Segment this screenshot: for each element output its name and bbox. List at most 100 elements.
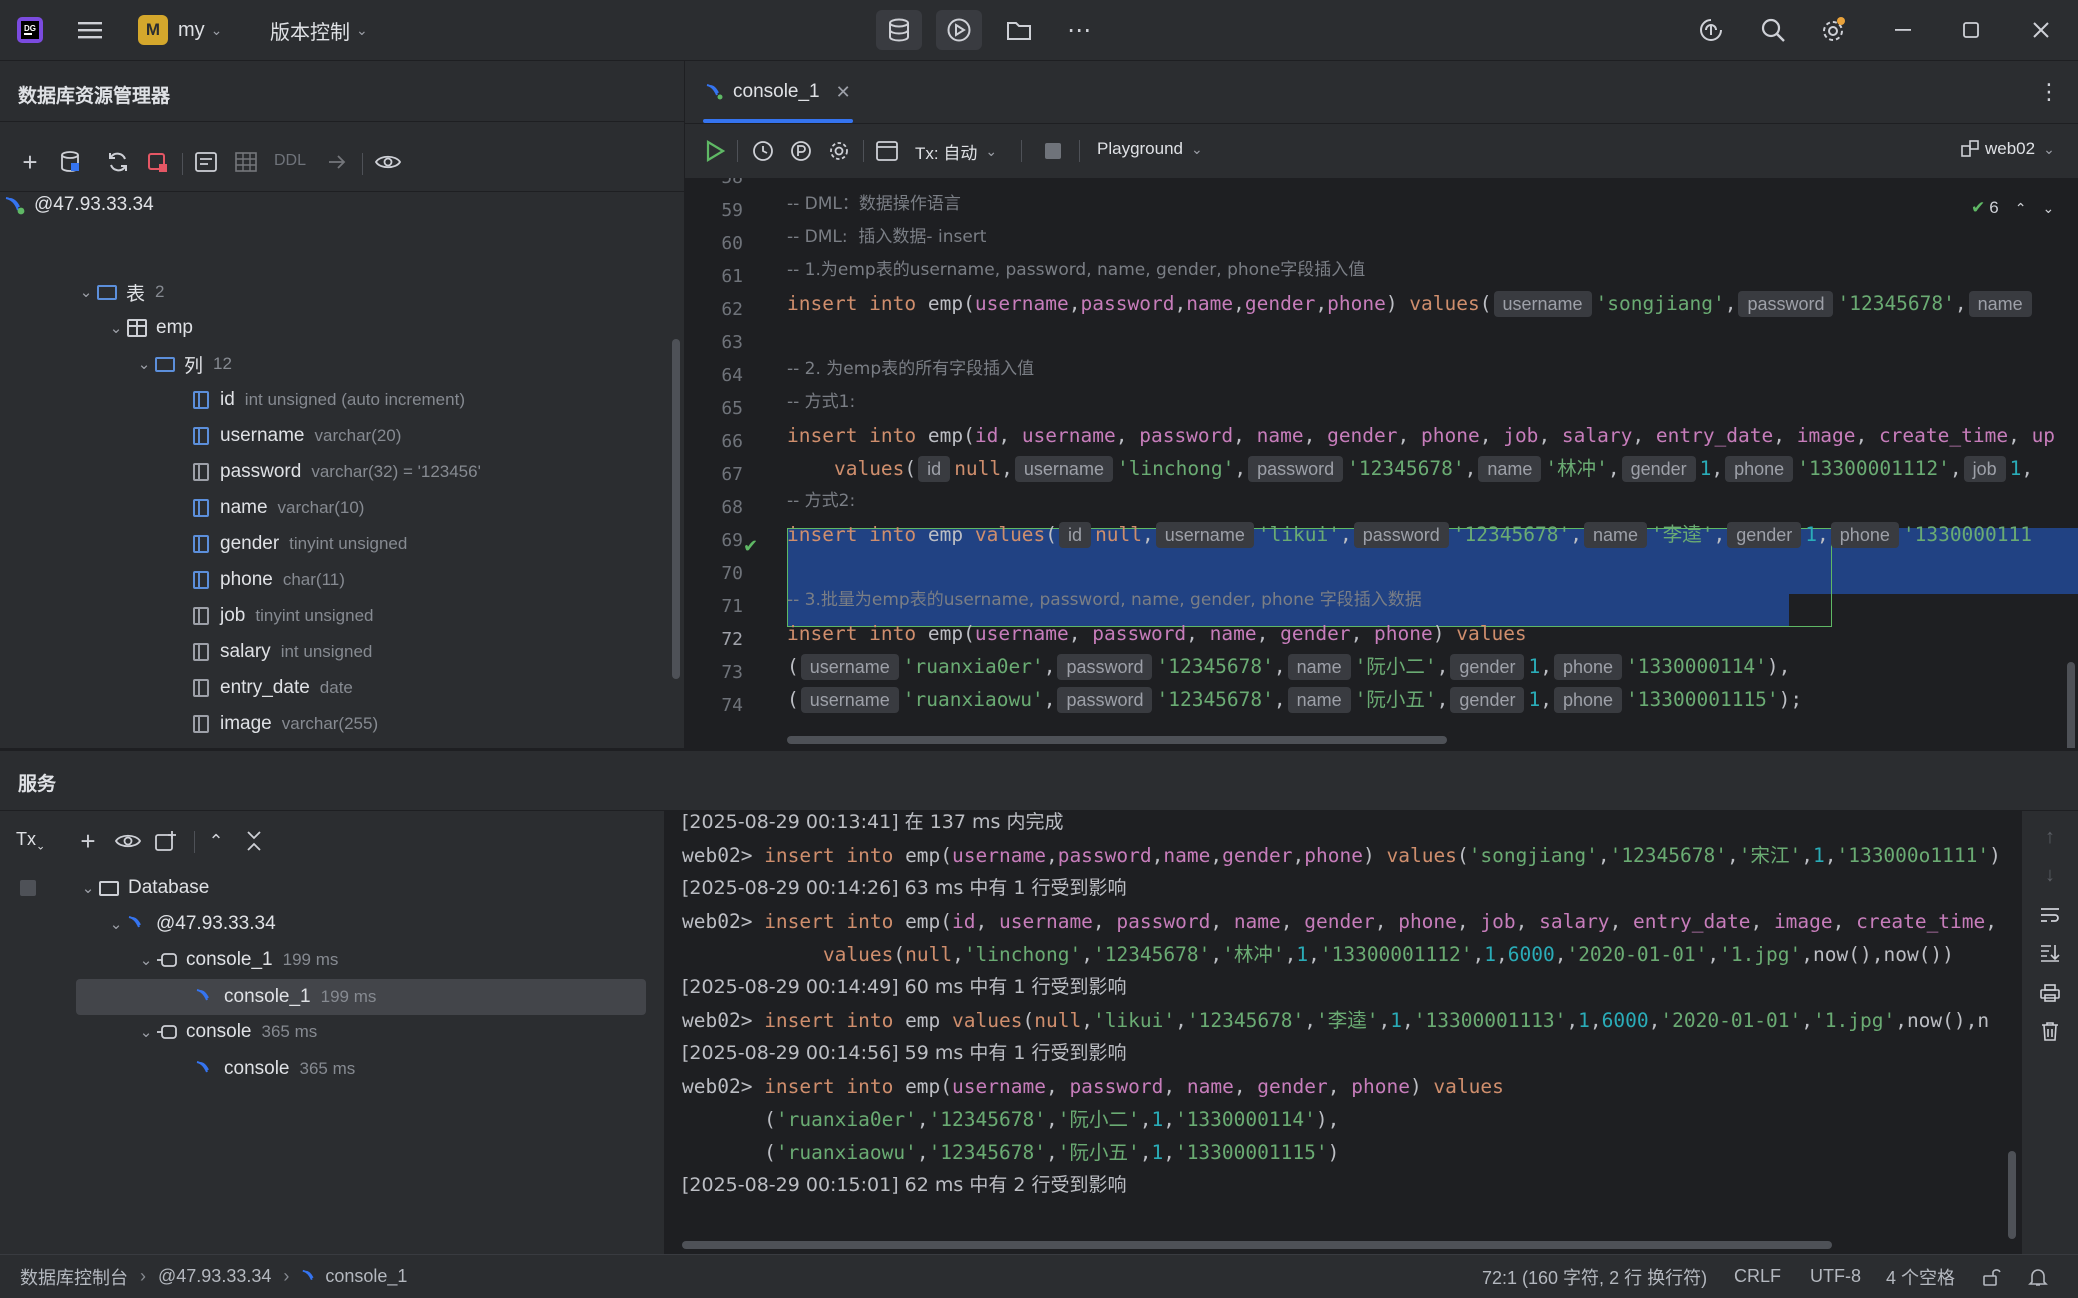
- app-logo-icon[interactable]: DG: [14, 10, 46, 50]
- open-console-icon[interactable]: [192, 148, 220, 176]
- arrow-down-icon[interactable]: ↓: [2036, 861, 2064, 889]
- search-icon[interactable]: [1752, 10, 1794, 50]
- transaction-mode-dropdown[interactable]: Tx: 自动 ⌄: [915, 139, 997, 164]
- tree-tables-node[interactable]: ⌄ 表 2: [76, 277, 165, 307]
- add-icon[interactable]: +: [74, 826, 102, 856]
- services-console-item-label: console: [224, 1058, 290, 1079]
- close-tab-icon[interactable]: ✕: [836, 82, 851, 103]
- chevron-down-icon: ⌄: [109, 916, 123, 933]
- breadcrumb-item[interactable]: 数据库控制台: [20, 1264, 128, 1290]
- execute-run-icon[interactable]: [701, 137, 729, 165]
- inspection-widget[interactable]: ✔ 6 ⌃ ⌄: [1971, 198, 2055, 218]
- log-horizontal-scrollbar[interactable]: [682, 1241, 1832, 1249]
- ddl-button[interactable]: DDL: [274, 152, 306, 170]
- breadcrumb-item[interactable]: @47.93.33.34: [158, 1266, 271, 1287]
- view-options-eye-icon[interactable]: [114, 827, 142, 855]
- settings-gear-icon[interactable]: [1812, 10, 1854, 50]
- explain-plan-icon[interactable]: [787, 137, 815, 165]
- tab-options-icon[interactable]: ⋮: [2038, 79, 2060, 105]
- print-icon[interactable]: [2036, 979, 2064, 1007]
- column-type: tinyint unsigned: [289, 534, 408, 553]
- folder-icon[interactable]: [996, 10, 1042, 50]
- close-window-icon[interactable]: [2018, 10, 2064, 50]
- editor-vertical-scrollbar[interactable]: [2067, 662, 2075, 748]
- services-console1-item[interactable]: console_1 199 ms: [194, 982, 376, 1012]
- datasource-properties-icon[interactable]: [56, 148, 84, 176]
- console-icon: [301, 1268, 319, 1286]
- column-node[interactable]: entry_date date: [190, 673, 353, 703]
- services-console-group[interactable]: ⌄ console 365 ms: [136, 1017, 318, 1047]
- settings-gear-icon[interactable]: [825, 137, 853, 165]
- soft-wrap-icon[interactable]: [2036, 901, 2064, 929]
- add-icon[interactable]: +: [16, 147, 44, 177]
- column-node[interactable]: gender tinyint unsigned: [190, 529, 407, 559]
- column-node[interactable]: phone char(11): [190, 565, 345, 595]
- tree-table-emp[interactable]: ⌄ emp: [106, 313, 193, 343]
- playground-dropdown[interactable]: Playground ⌄: [1097, 139, 1203, 159]
- project-switcher[interactable]: M my ⌄: [138, 10, 230, 50]
- column-node[interactable]: username varchar(20): [190, 421, 401, 451]
- folder-icon: [96, 282, 118, 302]
- datasource-dropdown[interactable]: web02 ⌄: [1961, 139, 2055, 159]
- indent-setting[interactable]: 4 个空格: [1886, 1255, 1955, 1298]
- stop-icon[interactable]: [20, 880, 36, 896]
- main-menu-icon[interactable]: [72, 10, 108, 50]
- tree-host-node[interactable]: @47.93.33.34: [4, 190, 154, 220]
- services-console-item[interactable]: console 365 ms: [194, 1054, 355, 1084]
- expand-all-icon[interactable]: ⌃: [202, 827, 230, 855]
- services-host-node[interactable]: ⌄ @47.93.33.34: [106, 909, 276, 939]
- log-vertical-scrollbar[interactable]: [2008, 1151, 2016, 1239]
- table-view-icon[interactable]: [232, 148, 260, 176]
- column-node[interactable]: password varchar(32) = '123456': [190, 457, 481, 487]
- chevron-down-icon: ⌄: [1191, 140, 1203, 157]
- scroll-to-end-icon[interactable]: [2036, 939, 2064, 967]
- services-console1-item-time: 199 ms: [320, 987, 377, 1006]
- column-node[interactable]: job tinyint unsigned: [190, 601, 374, 631]
- history-clock-icon[interactable]: [749, 137, 777, 165]
- editor-horizontal-scrollbar[interactable]: [787, 736, 1447, 744]
- breadcrumb-item[interactable]: console_1: [325, 1266, 407, 1287]
- refresh-icon[interactable]: [104, 148, 132, 176]
- services-database-node[interactable]: ⌄ Database: [78, 873, 210, 903]
- chevron-up-icon[interactable]: ⌃: [2015, 200, 2027, 217]
- disconnect-icon[interactable]: [144, 148, 172, 176]
- database-icon[interactable]: [876, 10, 922, 50]
- vcs-menu[interactable]: 版本控制 ⌄: [270, 10, 380, 50]
- services-icon[interactable]: [936, 10, 982, 50]
- transaction-button[interactable]: Tx⌄: [16, 829, 45, 853]
- chevron-down-icon: ⌄: [985, 143, 998, 159]
- view-options-eye-icon[interactable]: [374, 148, 402, 176]
- column-node[interactable]: name varchar(10): [190, 493, 364, 523]
- jump-to-source-icon[interactable]: [324, 148, 352, 176]
- more-icon[interactable]: ⋯: [1056, 10, 1102, 50]
- chevron-down-icon[interactable]: ⌄: [2042, 200, 2054, 217]
- line-separator[interactable]: CRLF: [1734, 1255, 1781, 1298]
- minimize-window-icon[interactable]: [1880, 10, 1926, 50]
- notifications-bell-icon[interactable]: [2028, 1255, 2048, 1298]
- column-node[interactable]: image varchar(255): [190, 709, 378, 739]
- folder-icon: [154, 354, 176, 374]
- stop-icon[interactable]: [1045, 143, 1061, 159]
- column-node[interactable]: id int unsigned (auto increment): [190, 385, 465, 415]
- output-layout-icon[interactable]: [873, 137, 901, 165]
- maximize-window-icon[interactable]: [1948, 10, 1994, 50]
- cursor-position[interactable]: 72:1 (160 字符, 2 行 换行符): [1482, 1255, 1707, 1298]
- services-console1-item-label: console_1: [224, 986, 311, 1007]
- column-icon: [190, 462, 212, 482]
- explorer-scrollbar[interactable]: [672, 339, 680, 679]
- new-session-icon[interactable]: [152, 827, 180, 855]
- inspection-ok-icon: ✔: [1971, 198, 1986, 217]
- lock-icon[interactable]: [1982, 1255, 2002, 1298]
- ai-assistant-icon[interactable]: [1690, 10, 1732, 50]
- code-area[interactable]: 58 59 60 61 62 63 64 65 66 67 68 69 70 71 72 73 74 ✔ -- …: [685, 178, 2078, 748]
- services-console1-group[interactable]: ⌄ console_1 199 ms: [136, 945, 339, 975]
- arrow-up-icon[interactable]: ↑: [2036, 823, 2064, 851]
- column-node[interactable]: salary int unsigned: [190, 637, 372, 667]
- services-title: 服务: [18, 774, 57, 795]
- tab-console-1[interactable]: console_1 ✕: [685, 61, 865, 123]
- services-host-label: @47.93.33.34: [156, 913, 276, 934]
- tree-columns-node[interactable]: ⌄ 列 12: [134, 349, 232, 379]
- collapse-all-icon[interactable]: [240, 827, 268, 855]
- trash-icon[interactable]: [2036, 1017, 2064, 1045]
- file-encoding[interactable]: UTF-8: [1810, 1255, 1861, 1298]
